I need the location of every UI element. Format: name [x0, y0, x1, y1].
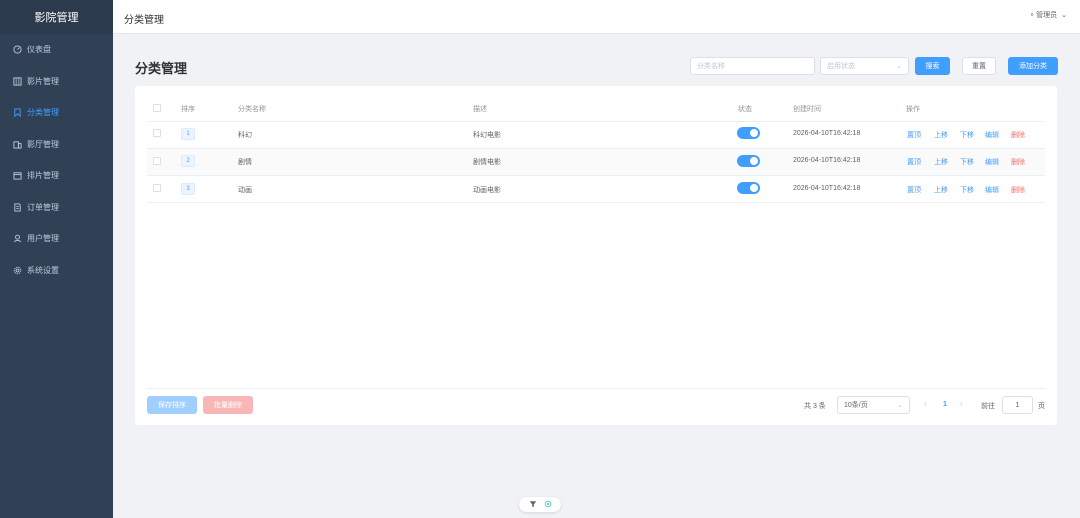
category-desc: 剧情电影 — [473, 159, 501, 166]
move-down-link[interactable]: 下移 — [960, 157, 974, 167]
user-menu[interactable]: ⚬ 管理员 ⌄ — [1029, 10, 1067, 20]
chevron-down-icon: ⌄ — [896, 63, 902, 70]
page-unit-label: 页 — [1038, 403, 1045, 410]
move-down-link[interactable]: 下移 — [960, 185, 974, 195]
filter-icon[interactable] — [529, 500, 537, 510]
sidebar-item-films[interactable]: 影片管理 — [0, 66, 113, 98]
column-header-actions: 操作 — [906, 106, 920, 113]
column-header-name: 分类名称 — [238, 106, 266, 113]
save-order-button[interactable]: 保存排序 — [147, 396, 197, 414]
sidebar-item-categories[interactable]: 分类管理 — [0, 97, 113, 129]
sidebar-item-label: 影片管理 — [27, 76, 59, 86]
user-name: 管理员 — [1036, 12, 1058, 19]
goto-page-input[interactable]: 1 — [1002, 396, 1033, 414]
column-header-status: 状态 — [738, 106, 752, 113]
order-badge: 3 — [181, 183, 195, 195]
column-header-desc: 描述 — [473, 106, 487, 113]
category-name: 科幻 — [238, 132, 252, 139]
sidebar-item-label: 用户管理 — [27, 234, 59, 244]
column-header-created: 创建时间 — [793, 106, 821, 113]
move-up-link[interactable]: 上移 — [934, 157, 948, 167]
calendar-icon — [13, 171, 22, 180]
category-name: 动画 — [238, 187, 252, 194]
dashboard-icon — [13, 45, 22, 54]
sidebar: 影院管理 仪表盘 影片管理 分类管理 影厅管理 排片管理 订单管理 用户管理 系… — [0, 0, 113, 518]
goto-page-value: 1 — [1015, 401, 1020, 409]
category-desc: 动画电影 — [473, 187, 501, 194]
sidebar-item-label: 仪表盘 — [27, 45, 51, 55]
sidebar-item-label: 系统设置 — [27, 265, 59, 275]
chevron-down-icon: ⌄ — [897, 402, 903, 409]
status-select[interactable]: 启用状态 ⌄ — [820, 57, 909, 75]
select-all-checkbox[interactable] — [153, 104, 161, 112]
edit-link[interactable]: 编辑 — [985, 185, 999, 195]
floating-toolbar — [519, 497, 561, 512]
category-desc: 科幻电影 — [473, 132, 501, 139]
pin-top-link[interactable]: 置顶 — [907, 185, 921, 195]
sidebar-item-halls[interactable]: 影厅管理 — [0, 129, 113, 161]
move-down-link[interactable]: 下移 — [960, 130, 974, 140]
row-checkbox[interactable] — [153, 129, 161, 137]
next-page-icon[interactable]: › — [960, 399, 963, 408]
current-page[interactable]: 1 — [943, 401, 947, 408]
column-header-order: 排序 — [181, 106, 195, 113]
chevron-down-icon: ⌄ — [1061, 12, 1067, 19]
created-time: 2026-04-10T16:42:18 — [793, 185, 861, 192]
batch-delete-button[interactable]: 批量删除 — [203, 396, 253, 414]
reset-button[interactable]: 重置 — [962, 57, 996, 75]
sidebar-item-label: 订单管理 — [27, 202, 59, 212]
delete-link[interactable]: 删除 — [1011, 157, 1025, 167]
page-size-value: 10条/页 — [844, 402, 868, 409]
category-name-input[interactable]: 分类名称 — [690, 57, 815, 75]
order-badge: 1 — [181, 128, 195, 140]
footer-divider — [147, 388, 1045, 389]
total-count: 共 3 条 — [804, 403, 826, 410]
goto-label: 前往 — [981, 403, 995, 410]
user-icon — [13, 234, 22, 243]
status-toggle[interactable] — [737, 155, 760, 167]
input-placeholder: 分类名称 — [697, 63, 725, 70]
pin-top-link[interactable]: 置顶 — [907, 157, 921, 167]
row-checkbox[interactable] — [153, 157, 161, 165]
status-toggle[interactable] — [737, 127, 760, 139]
created-time: 2026-04-10T16:42:18 — [793, 130, 861, 137]
page-size-select[interactable]: 10条/页 ⌄ — [837, 396, 910, 414]
status-toggle[interactable] — [737, 182, 760, 194]
add-category-button[interactable]: 添加分类 — [1008, 57, 1058, 75]
pin-top-link[interactable]: 置顶 — [907, 130, 921, 140]
page-title: 分类管理 — [135, 61, 188, 76]
sidebar-item-dashboard[interactable]: 仪表盘 — [0, 34, 113, 66]
bookmark-icon — [13, 108, 22, 118]
row-checkbox[interactable] — [153, 184, 161, 192]
sidebar-item-schedule[interactable]: 排片管理 — [0, 160, 113, 192]
sidebar-item-label: 排片管理 — [27, 171, 59, 181]
gear-icon — [13, 266, 22, 275]
building-icon — [13, 140, 22, 149]
delete-link[interactable]: 删除 — [1011, 130, 1025, 140]
edit-link[interactable]: 编辑 — [985, 157, 999, 167]
sidebar-item-label: 影厅管理 — [27, 139, 59, 149]
edit-link[interactable]: 编辑 — [985, 130, 999, 140]
top-bar: 分类管理 ⚬ 管理员 ⌄ — [113, 0, 1080, 34]
document-icon — [13, 203, 22, 212]
sidebar-item-users[interactable]: 用户管理 — [0, 223, 113, 255]
delete-link[interactable]: 删除 — [1011, 185, 1025, 195]
move-up-link[interactable]: 上移 — [934, 130, 948, 140]
header-title: 分类管理 — [124, 15, 164, 26]
prev-page-icon[interactable]: ‹ — [924, 399, 927, 408]
target-icon[interactable] — [544, 500, 552, 510]
order-badge: 2 — [181, 155, 195, 167]
category-name: 剧情 — [238, 159, 252, 166]
app-logo: 影院管理 — [0, 0, 113, 34]
user-icon: ⚬ — [1029, 12, 1036, 19]
select-placeholder: 启用状态 — [827, 63, 855, 70]
sidebar-item-settings[interactable]: 系统设置 — [0, 255, 113, 287]
sidebar-item-orders[interactable]: 订单管理 — [0, 192, 113, 224]
table-card: 排序 分类名称 描述 状态 创建时间 操作 1 科幻 科幻电影 2026-04-… — [135, 86, 1057, 425]
sidebar-item-label: 分类管理 — [27, 108, 59, 118]
film-icon — [13, 77, 22, 86]
move-up-link[interactable]: 上移 — [934, 185, 948, 195]
created-time: 2026-04-10T16:42:18 — [793, 157, 861, 164]
search-button[interactable]: 搜索 — [915, 57, 950, 75]
